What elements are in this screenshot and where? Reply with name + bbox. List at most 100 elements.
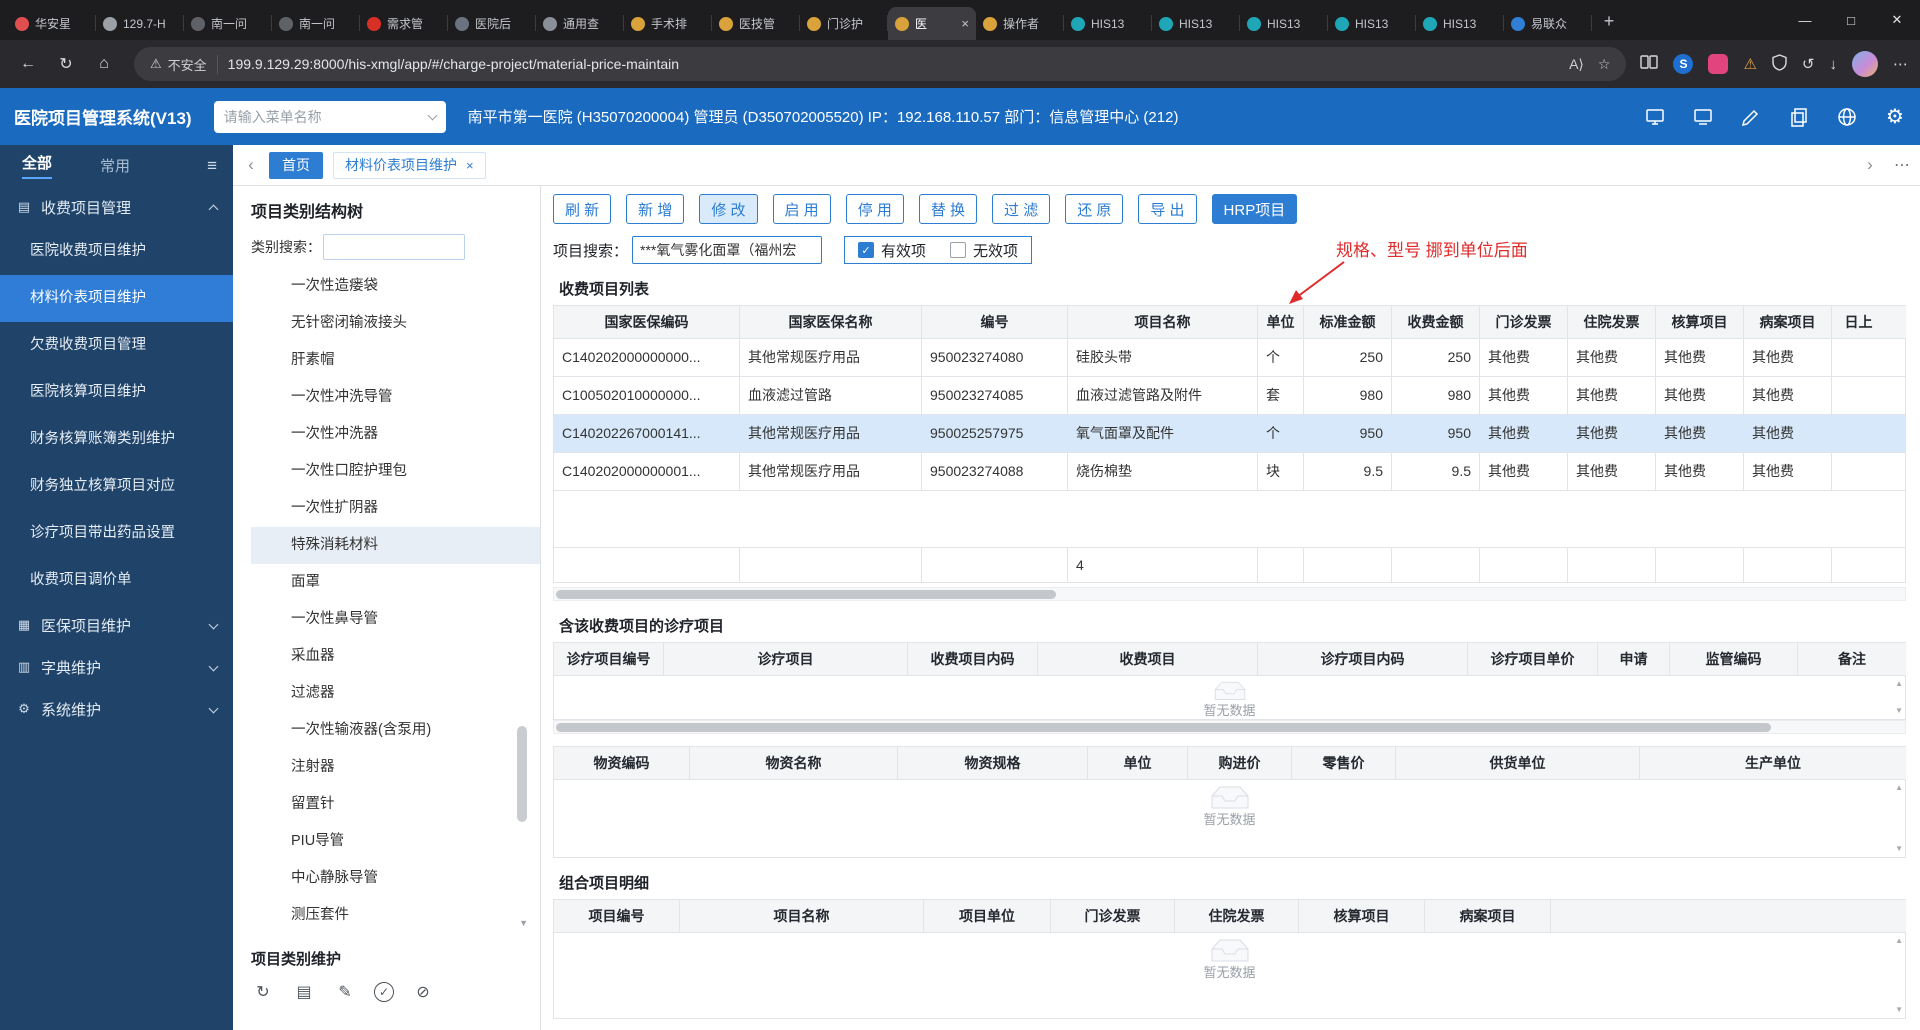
column-header[interactable]: 核算项目 (1299, 900, 1425, 932)
checkbox-unchecked-icon[interactable] (950, 242, 967, 258)
column-header[interactable]: 物资规格 (898, 747, 1088, 779)
tree-item[interactable]: 特殊消耗材料 (251, 527, 540, 564)
toolbar-button[interactable]: 新 增 (626, 194, 685, 224)
column-header[interactable]: 国家医保名称 (740, 306, 922, 338)
sidebar-item[interactable]: 材料价表项目维护 (0, 275, 233, 322)
toolbar-button[interactable]: 停 用 (845, 194, 904, 224)
tree-item[interactable]: 一次性冲洗导管 (251, 379, 540, 416)
scroll-down-icon[interactable]: ▼ (1895, 1005, 1903, 1014)
tab-current[interactable]: 材料价表项目维护 × (333, 151, 486, 179)
sidebar-tab-all[interactable]: 全部 (22, 152, 53, 179)
column-header[interactable]: 门诊发票 (1051, 900, 1175, 932)
scrollbar-thumb[interactable] (556, 723, 1771, 732)
browser-tab[interactable]: 医技管 × (712, 7, 800, 40)
browser-tab[interactable]: 129.7-H × (96, 7, 184, 40)
column-header[interactable]: 单位 (1088, 747, 1188, 779)
column-header[interactable]: 门诊发票 (1480, 306, 1568, 338)
checkbox-checked-icon[interactable]: ✓ (858, 242, 875, 258)
toolbar-button[interactable]: 过 滤 (992, 194, 1051, 224)
menu-search-select[interactable]: 请输入菜单名称 (213, 100, 446, 133)
sidebar-item[interactable]: 收费项目调价单 (0, 557, 233, 604)
horizontal-scrollbar[interactable] (553, 587, 1906, 601)
sidebar-item[interactable]: 财务核算账簿类别维护 (0, 416, 233, 463)
column-header[interactable]: 日上 (1832, 306, 1885, 338)
toolbar-button[interactable]: 导 出 (1138, 194, 1197, 224)
browser-tab[interactable]: 门诊护 × (800, 7, 888, 40)
column-header[interactable]: 收费金额 (1392, 306, 1480, 338)
column-header[interactable]: 病案项目 (1744, 306, 1832, 338)
tree-item[interactable]: 一次性口腔护理包 (251, 453, 540, 490)
tree-item[interactable]: 注射器 (251, 749, 540, 786)
browser-tab[interactable]: 操作者 × (976, 7, 1064, 40)
scroll-up-icon[interactable]: ▲ (1895, 679, 1903, 688)
project-search-input[interactable] (632, 236, 823, 264)
extension-pink-badge[interactable] (1708, 54, 1729, 74)
column-header[interactable]: 诊疗项目编号 (554, 643, 664, 675)
column-header[interactable]: 核算项目 (1656, 306, 1744, 338)
tree-item[interactable]: 一次性冲洗器 (251, 416, 540, 453)
column-header[interactable]: 住院发票 (1568, 306, 1656, 338)
menu-collapse-icon[interactable]: ≡ (207, 156, 217, 176)
column-header[interactable]: 购进价 (1188, 747, 1292, 779)
tree-item[interactable]: 一次性造瘘袋 (251, 268, 540, 305)
profile-avatar[interactable] (1852, 51, 1878, 77)
column-header[interactable]: 备注 (1798, 643, 1906, 675)
minimize-button[interactable]: — (1782, 0, 1828, 40)
tree-item[interactable]: 测压套件 (251, 897, 540, 934)
sidebar-item[interactable]: 财务独立核算项目对应 (0, 463, 233, 510)
browser-tab[interactable]: 需求管 × (360, 7, 448, 40)
browser-tab[interactable]: 南一问 × (272, 7, 360, 40)
new-tab-button[interactable]: + (1594, 6, 1624, 36)
tree-item[interactable]: 一次性扩阴器 (251, 490, 540, 527)
column-header[interactable]: 住院发票 (1175, 900, 1299, 932)
screen-share-icon[interactable] (1644, 106, 1666, 128)
tree-item[interactable]: 留置针 (251, 786, 540, 823)
column-header[interactable]: 单位 (1258, 306, 1304, 338)
table-row[interactable]: C140202000000001... 其他常规医疗用品 95002327408… (554, 453, 1906, 491)
copy-document-icon[interactable] (1788, 106, 1810, 128)
browser-tab[interactable]: 通用查 × (536, 7, 624, 40)
tree-scrollbar-thumb[interactable] (517, 726, 527, 822)
column-header[interactable]: 项目名称 (1068, 306, 1258, 338)
sidebar-tab-common[interactable]: 常用 (100, 155, 130, 176)
sidebar-item[interactable]: 欠费收费项目管理 (0, 322, 233, 369)
sidebar-section-system[interactable]: ⚙ 系统维护 (0, 688, 233, 730)
browser-tab[interactable]: HIS13 × (1240, 7, 1328, 40)
scroll-down-icon[interactable]: ▼ (1895, 706, 1903, 715)
column-header[interactable]: 国家医保编码 (554, 306, 740, 338)
browser-tab[interactable]: 易联众 × (1504, 7, 1592, 40)
tree-item[interactable]: 中心静脉导管 (251, 860, 540, 897)
column-header[interactable]: 项目名称 (680, 900, 924, 932)
browser-tab[interactable]: 手术排 × (624, 7, 712, 40)
scroll-up-icon[interactable]: ▲ (1895, 936, 1903, 945)
toolbar-button[interactable]: HRP项目 (1211, 194, 1298, 224)
alert-triangle-icon[interactable]: ⚠ (1743, 55, 1756, 73)
security-chip[interactable]: ⚠ 不安全 (150, 54, 218, 74)
tree-search-input[interactable] (323, 234, 465, 260)
column-header[interactable]: 项目编号 (554, 900, 680, 932)
address-input[interactable]: ⚠ 不安全 199.9.129.29:8000/his-xmgl/app/#/c… (134, 47, 1627, 81)
column-header[interactable]: 编号 (922, 306, 1068, 338)
table-row[interactable]: C140202267000141... 其他常规医疗用品 95002525797… (554, 415, 1906, 453)
scrollbar-thumb[interactable] (556, 590, 1056, 599)
column-header[interactable]: 监管编码 (1670, 643, 1798, 675)
sidebar-section-charge[interactable]: ▤ 收费项目管理 (0, 186, 233, 228)
browser-tab[interactable]: HIS13 × (1416, 7, 1504, 40)
add-category-icon[interactable]: ▤ (292, 980, 316, 1004)
read-aloud-icon[interactable]: A⟩ (1569, 56, 1584, 73)
column-header[interactable]: 病案项目 (1425, 900, 1551, 932)
sidebar-item[interactable]: 诊疗项目带出药品设置 (0, 510, 233, 557)
column-header[interactable]: 物资名称 (690, 747, 898, 779)
column-header[interactable]: 申请 (1598, 643, 1670, 675)
split-screen-icon[interactable] (1640, 54, 1659, 74)
download-icon[interactable]: ↓ (1830, 56, 1838, 73)
tab-scroll-left-icon[interactable]: ‹ (243, 155, 259, 175)
browser-menu-icon[interactable]: ⋯ (1893, 55, 1908, 73)
edit-category-icon[interactable]: ✎ (333, 980, 357, 1004)
column-header[interactable]: 收费项目 (1038, 643, 1258, 675)
toolbar-button[interactable]: 替 换 (918, 194, 978, 224)
browser-tab[interactable]: 南一问 × (184, 7, 272, 40)
history-icon[interactable]: ↺ (1802, 55, 1815, 73)
signature-pen-icon[interactable] (1740, 106, 1762, 128)
tab-close-icon[interactable]: × (466, 158, 474, 173)
